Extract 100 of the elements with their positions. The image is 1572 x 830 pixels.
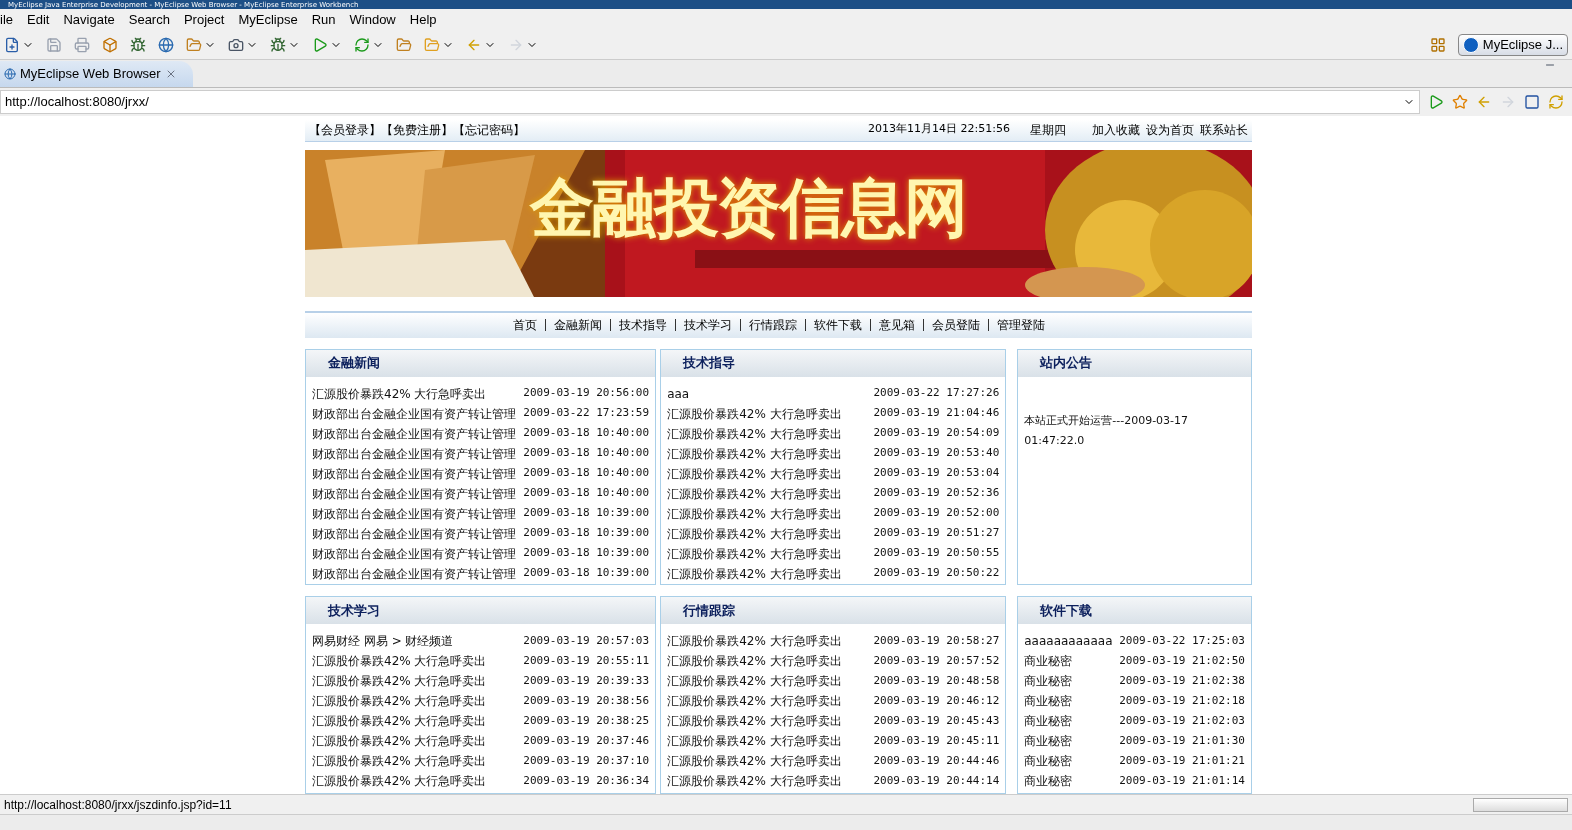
panel-title: 金融新闻 <box>328 354 380 373</box>
menu-item[interactable]: Run <box>311 9 336 30</box>
news-link[interactable]: aaa <box>667 384 690 403</box>
menu-item[interactable]: Edit <box>27 9 50 30</box>
nav-link[interactable]: 技术指导 <box>618 316 667 335</box>
news-link[interactable]: 汇源股价暴跌42% 大行急呼卖出 <box>667 564 842 583</box>
menu-item[interactable]: MyEclipse <box>238 9 298 30</box>
toolbar-icon[interactable] <box>270 36 286 53</box>
toolbar-icon[interactable] <box>102 36 118 53</box>
news-link[interactable]: 汇源股价暴跌42% 大行急呼卖出 <box>667 544 842 563</box>
news-link[interactable]: 汇源股价暴跌42% 大行急呼卖出 <box>667 484 842 503</box>
news-link[interactable]: 商业秘密 <box>1024 652 1073 671</box>
menu-item[interactable]: Navigate <box>63 9 115 30</box>
nav-link[interactable]: 金融新闻 <box>553 316 602 335</box>
news-time: 2009-03-19 20:46:12 <box>873 692 1000 709</box>
news-link[interactable]: 汇源股价暴跌42% 大行急呼卖出 <box>312 692 487 711</box>
news-time: 2009-03-19 20:55:11 <box>523 652 650 669</box>
news-link[interactable]: 汇源股价暴跌42% 大行急呼卖出 <box>312 672 487 691</box>
go-icon[interactable] <box>1428 94 1444 110</box>
news-time: 2009-03-19 20:57:03 <box>523 632 650 649</box>
news-time: 2009-03-19 20:57:52 <box>873 652 1000 669</box>
news-link[interactable]: 商业秘密 <box>1024 692 1073 711</box>
date-time: 2013年11月14日 22:51:56 <box>868 121 1010 138</box>
news-link[interactable]: 汇源股价暴跌42% 大行急呼卖出 <box>667 692 842 711</box>
news-link[interactable]: 商业秘密 <box>1024 672 1073 691</box>
nav-link[interactable]: 首页 <box>512 316 537 335</box>
nav-link[interactable]: 意见箱 <box>878 316 915 335</box>
menu-item[interactable]: ile <box>0 9 13 30</box>
news-link[interactable]: 财政部出台金融企业国有资产转让管理 <box>312 444 516 463</box>
menu-item[interactable]: Window <box>349 9 396 30</box>
top-link[interactable]: 【免费注册】 <box>381 121 453 140</box>
news-link[interactable]: 汇源股价暴跌42% 大行急呼卖出 <box>667 772 842 791</box>
news-link[interactable]: 汇源股价暴跌42% 大行急呼卖出 <box>667 752 842 771</box>
news-link[interactable]: 汇源股价暴跌42% 大行急呼卖出 <box>312 384 487 403</box>
back-icon[interactable] <box>1476 94 1492 110</box>
news-time: 2009-03-18 10:39:00 <box>523 565 650 582</box>
status-text: http://localhost:8080/jrxx/jszdinfo.jsp?id=11 <box>4 796 232 814</box>
nav-link[interactable]: 技术学习 <box>683 316 732 335</box>
news-link[interactable]: 汇源股价暴跌42% 大行急呼卖出 <box>667 404 842 423</box>
toolbar-icon[interactable] <box>130 36 146 53</box>
news-link[interactable]: 汇源股价暴跌42% 大行急呼卖出 <box>667 464 842 483</box>
menu-item[interactable]: Help <box>409 9 437 30</box>
site-link[interactable]: 加入收藏 <box>1092 121 1140 140</box>
news-time: 2009-03-19 20:52:36 <box>873 485 1000 502</box>
news-link[interactable]: 汇源股价暴跌42% 大行急呼卖出 <box>667 712 842 731</box>
news-link[interactable]: 财政部出台金融企业国有资产转让管理 <box>312 544 516 563</box>
news-link[interactable]: 汇源股价暴跌42% 大行急呼卖出 <box>667 524 842 543</box>
top-link[interactable]: 【忘记密码】 <box>453 121 525 140</box>
perspective-button[interactable]: MyEclipse J... <box>1457 33 1568 56</box>
news-link[interactable]: 网易财经 网易 > 财经频道 <box>312 632 454 651</box>
news-link[interactable]: 财政部出台金融企业国有资产转让管理 <box>312 564 516 583</box>
news-link[interactable]: 汇源股价暴跌42% 大行急呼卖出 <box>667 672 842 691</box>
news-time: 2009-03-19 20:53:40 <box>873 445 1000 462</box>
news-link[interactable]: 财政部出台金融企业国有资产转让管理 <box>312 524 516 543</box>
news-link[interactable]: 财政部出台金融企业国有资产转让管理 <box>312 424 516 443</box>
url-field[interactable]: http://localhost:8080/jrxx/ <box>0 90 1420 114</box>
news-link[interactable]: 汇源股价暴跌42% 大行急呼卖出 <box>312 712 487 731</box>
panel-title: 技术学习 <box>328 601 380 620</box>
news-link[interactable]: 商业秘密 <box>1024 712 1073 731</box>
stop-icon[interactable] <box>1524 94 1540 110</box>
favorites-icon[interactable] <box>1452 94 1468 110</box>
news-link[interactable]: 汇源股价暴跌42% 大行急呼卖出 <box>667 652 842 671</box>
news-link[interactable]: 汇源股价暴跌42% 大行急呼卖出 <box>312 752 487 771</box>
toolbar-icon[interactable] <box>4 36 20 53</box>
toolbar-icon[interactable] <box>312 36 328 53</box>
news-link[interactable]: 汇源股价暴跌42% 大行急呼卖出 <box>667 424 842 443</box>
toolbar-icon[interactable] <box>186 36 202 53</box>
notice-text: 本站正式开始运营---2009-03-17 01:47:22.0 <box>1024 412 1190 449</box>
site-link[interactable]: 设为首页 <box>1146 121 1194 140</box>
news-link[interactable]: 汇源股价暴跌42% 大行急呼卖出 <box>312 772 487 791</box>
open-perspective-icon[interactable] <box>1429 36 1446 53</box>
menu-item[interactable]: Search <box>128 9 170 30</box>
news-link[interactable]: 商业秘密 <box>1024 732 1073 751</box>
site-link[interactable]: 联系站长 <box>1200 121 1248 140</box>
nav-link[interactable]: 行情跟踪 <box>748 316 797 335</box>
top-link[interactable]: 【会员登录】 <box>309 121 381 140</box>
toolbar-icon[interactable] <box>158 36 174 53</box>
toolbar-icon[interactable] <box>228 36 244 53</box>
news-link[interactable]: 商业秘密 <box>1024 752 1073 771</box>
news-link[interactable]: 汇源股价暴跌42% 大行急呼卖出 <box>312 732 487 751</box>
news-link[interactable]: 财政部出台金融企业国有资产转让管理 <box>312 504 516 523</box>
news-link[interactable]: 汇源股价暴跌42% 大行急呼卖出 <box>667 632 842 651</box>
news-link[interactable]: 财政部出台金融企业国有资产转让管理 <box>312 464 516 483</box>
news-link[interactable]: 汇源股价暴跌42% 大行急呼卖出 <box>667 732 842 751</box>
news-link[interactable]: 财政部出台金融企业国有资产转让管理 <box>312 484 516 503</box>
news-link[interactable]: 财政部出台金融企业国有资产转让管理 <box>312 404 516 423</box>
news-link[interactable]: 汇源股价暴跌42% 大行急呼卖出 <box>667 504 842 523</box>
news-link[interactable]: aaaaaaaaaaaa <box>1024 632 1113 651</box>
menu-item[interactable]: Project <box>183 9 225 30</box>
news-link[interactable]: 商业秘密 <box>1024 772 1073 791</box>
toolbar-icon[interactable] <box>354 36 370 53</box>
nav-link[interactable]: 会员登陆 <box>931 316 980 335</box>
news-link[interactable]: 汇源股价暴跌42% 大行急呼卖出 <box>312 652 487 671</box>
nav-link[interactable]: 软件下载 <box>813 316 862 335</box>
refresh-icon[interactable] <box>1548 94 1564 110</box>
editor-tab[interactable]: MyEclipse Web Browser <box>0 61 193 87</box>
toolbar-icon[interactable] <box>396 36 412 53</box>
news-time: 2009-03-22 17:23:59 <box>523 405 650 422</box>
news-link[interactable]: 汇源股价暴跌42% 大行急呼卖出 <box>667 444 842 463</box>
nav-link[interactable]: 管理登陆 <box>996 316 1045 335</box>
